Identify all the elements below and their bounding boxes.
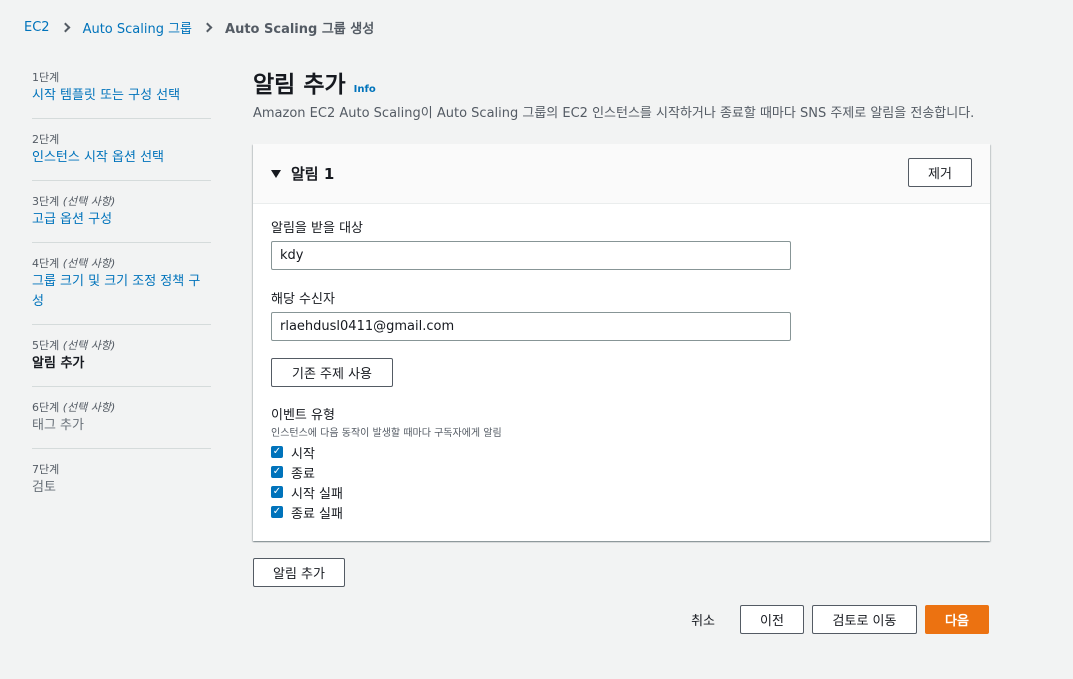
step-number: 5단계 <box>32 339 60 352</box>
page-title: 알림 추가 <box>253 72 346 98</box>
step-disabled: 태그 추가 <box>32 418 84 433</box>
breadcrumb-current: Auto Scaling 그룹 생성 <box>225 21 375 37</box>
previous-button[interactable]: 이전 <box>740 605 804 634</box>
wizard-steps: 1단계 시작 템플릿 또는 구성 선택 2단계 인스턴스 시작 옵션 선택 3단… <box>32 70 211 523</box>
event-launch-fail[interactable]: ✓ 시작 실패 <box>271 482 343 502</box>
subscribers-input[interactable]: rlaehdusl0411@gmail.com <box>271 312 791 341</box>
caret-down-icon[interactable] <box>271 169 281 178</box>
event-type-description: 인스턴스에 다음 동작이 발생할 때마다 구독자에게 알림 <box>271 428 502 439</box>
checkbox-label: 시작 <box>291 446 315 462</box>
chevron-right-icon <box>202 22 213 32</box>
skip-to-review-button[interactable]: 검토로 이동 <box>812 605 917 634</box>
event-checkbox-group: ✓ 시작 ✓ 종료 ✓ 시작 실패 ✓ 종료 실패 <box>271 442 343 522</box>
step-optional: (선택 사항) <box>62 195 116 208</box>
checkbox-checked-icon[interactable]: ✓ <box>271 446 283 458</box>
recipient-label: 알림을 받을 대상 <box>271 221 363 236</box>
checkbox-checked-icon[interactable]: ✓ <box>271 466 283 478</box>
next-button[interactable]: 다음 <box>925 605 989 634</box>
recipient-input[interactable]: kdy <box>271 241 791 270</box>
step-number: 3단계 <box>32 195 60 208</box>
step-link[interactable]: 시작 템플릿 또는 구성 선택 <box>32 86 211 106</box>
step-optional: (선택 사항) <box>62 401 116 414</box>
chevron-right-icon <box>60 22 71 32</box>
step-optional: (선택 사항) <box>62 339 116 352</box>
step-2: 2단계 인스턴스 시작 옵션 선택 <box>32 132 211 181</box>
breadcrumb: EC2 Auto Scaling 그룹 Auto Scaling 그룹 생성 <box>24 17 374 37</box>
step-3: 3단계 (선택 사항) 고급 옵션 구성 <box>32 194 211 243</box>
notification-title: 알림 1 <box>291 165 335 183</box>
step-disabled: 검토 <box>32 480 56 495</box>
step-4: 4단계 (선택 사항) 그룹 크기 및 크기 조정 정책 구성 <box>32 256 211 325</box>
checkbox-checked-icon[interactable]: ✓ <box>271 506 283 518</box>
info-link[interactable]: Info <box>354 84 376 95</box>
step-link[interactable]: 인스턴스 시작 옵션 선택 <box>32 148 211 168</box>
step-number: 2단계 <box>32 133 60 146</box>
step-number: 1단계 <box>32 71 60 84</box>
step-number: 7단계 <box>32 463 60 476</box>
step-current: 알림 추가 <box>32 356 85 371</box>
notification-panel-header[interactable]: 알림 1 제거 <box>253 144 990 204</box>
event-terminate[interactable]: ✓ 종료 <box>271 462 343 482</box>
cancel-button[interactable]: 취소 <box>691 610 715 629</box>
event-type-label: 이벤트 유형 <box>271 408 335 423</box>
use-existing-topic-button[interactable]: 기존 주제 사용 <box>271 358 393 387</box>
subscribers-label: 해당 수신자 <box>271 292 335 307</box>
event-terminate-fail[interactable]: ✓ 종료 실패 <box>271 502 343 522</box>
step-6: 6단계 (선택 사항) 태그 추가 <box>32 400 211 449</box>
breadcrumb-ec2[interactable]: EC2 <box>24 20 50 35</box>
remove-button[interactable]: 제거 <box>908 158 972 187</box>
checkbox-checked-icon[interactable]: ✓ <box>271 486 283 498</box>
step-7: 7단계 검토 <box>32 462 211 510</box>
page-description: Amazon EC2 Auto Scaling이 Auto Scaling 그룹… <box>253 106 975 121</box>
checkbox-label: 종료 <box>291 466 315 482</box>
checkbox-label: 종료 실패 <box>291 506 343 522</box>
step-1: 1단계 시작 템플릿 또는 구성 선택 <box>32 70 211 119</box>
breadcrumb-auto-scaling-groups[interactable]: Auto Scaling 그룹 <box>83 18 192 37</box>
wizard-actions: 취소 이전 검토로 이동 다음 <box>691 605 989 634</box>
add-notification-button[interactable]: 알림 추가 <box>253 558 345 587</box>
step-number: 6단계 <box>32 401 60 414</box>
notification-panel: 알림 1 제거 알림을 받을 대상 kdy 해당 수신자 rlaehdusl04… <box>253 144 990 541</box>
step-link[interactable]: 고급 옵션 구성 <box>32 210 211 230</box>
step-number: 4단계 <box>32 257 60 270</box>
step-link[interactable]: 그룹 크기 및 크기 조정 정책 구성 <box>32 272 211 312</box>
page-header: 알림 추가 Info <box>253 70 376 100</box>
checkbox-label: 시작 실패 <box>291 486 343 502</box>
step-optional: (선택 사항) <box>62 257 116 270</box>
step-5: 5단계 (선택 사항) 알림 추가 <box>32 338 211 387</box>
event-launch[interactable]: ✓ 시작 <box>271 442 343 462</box>
